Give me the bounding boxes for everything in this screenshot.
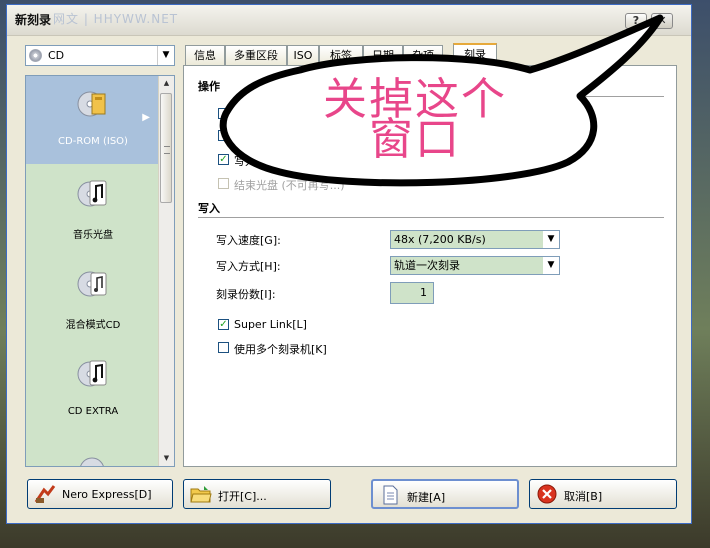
write-checkbox-label: 写入 [234, 155, 256, 168]
title-bar[interactable]: 新刻录 网文 | HHYWW.NET ? ✕ [7, 5, 691, 36]
write-method-select[interactable]: 轨道一次刻录 ▼ [390, 256, 560, 275]
write-checkbox[interactable]: ✓ [218, 154, 229, 165]
scroll-up-icon[interactable]: ▲ [159, 76, 174, 91]
new-label: 新建[A] [407, 491, 446, 504]
write-method-value: 轨道一次刻录 [394, 259, 460, 272]
operation-section-title: 操作 [198, 80, 220, 93]
finalize-disc-checkbox [218, 178, 229, 189]
list-item-cd-extra[interactable]: CD EXTRA [26, 346, 160, 434]
list-item-label: 音乐光盘 [73, 230, 113, 241]
media-type-value: CD [48, 49, 65, 62]
write-method-label: 写入方式[H]: [216, 260, 281, 273]
chevron-down-icon[interactable]: ▼ [543, 257, 559, 274]
media-type-select[interactable]: CD ▼ [25, 45, 175, 66]
scroll-thumb[interactable] [160, 93, 172, 203]
write-speed-select[interactable]: 48x (7,200 KB/s) ▼ [390, 230, 560, 249]
nero-express-icon [34, 485, 56, 503]
new-button[interactable]: 新建[A] [371, 479, 519, 509]
annotation-line-2: 窗口 [369, 114, 461, 165]
operation-checkbox-2[interactable] [218, 130, 229, 141]
grip-icon [164, 146, 170, 154]
list-item-cd-rom-iso[interactable]: ▶ CD-ROM (ISO) [26, 76, 160, 164]
list-item-label: 混合模式CD [65, 320, 121, 331]
close-button[interactable]: ✕ [651, 13, 673, 29]
open-label: 打开[C]... [218, 490, 267, 503]
list-scrollbar[interactable]: ▲ ▼ [158, 76, 174, 466]
cancel-label: 取消[B] [564, 490, 603, 503]
superlink-label: Super Link[L] [234, 318, 307, 331]
tab-date[interactable]: 日期 [363, 45, 403, 65]
list-item-mixed-mode-cd[interactable]: 混合模式CD [26, 256, 160, 344]
cancel-icon [537, 484, 557, 504]
open-button[interactable]: 打开[C]... [183, 479, 331, 509]
finalize-disc-label: 结束光盘 (不可再写...) [234, 179, 345, 192]
cancel-button[interactable]: 取消[B] [529, 479, 677, 509]
cd-icon [29, 49, 42, 62]
check-mark-icon: ✓ [219, 319, 228, 330]
multi-recorder-checkbox[interactable] [218, 342, 229, 353]
write-speed-value: 48x (7,200 KB/s) [394, 233, 486, 246]
superlink-checkbox[interactable]: ✓ [218, 319, 229, 330]
copies-input[interactable]: 1 [390, 282, 434, 304]
new-document-icon [383, 485, 398, 505]
tab-misc[interactable]: 杂项 [403, 45, 443, 65]
music-note-icon [77, 180, 107, 207]
check-mark-icon: ✓ [219, 154, 228, 165]
tab-iso[interactable]: ISO [287, 45, 319, 65]
nero-express-label: Nero Express[D] [62, 488, 152, 501]
list-item-music-cd[interactable]: 音乐光盘 [26, 166, 160, 254]
mixed-mode-cd-icon [77, 271, 107, 297]
compilation-type-list: ▶ CD-ROM (ISO) 音乐光盘 混合模式CD CD EXTRA ▲ ▼ [25, 75, 175, 467]
folder-open-icon [190, 486, 212, 503]
multi-recorder-label: 使用多个刻录机[K] [234, 343, 327, 356]
write-speed-label: 写入速度[G]: [216, 234, 281, 247]
list-item-partial[interactable] [26, 436, 160, 466]
dvd-icon [80, 457, 104, 466]
cd-extra-icon [77, 360, 107, 387]
copies-label: 刻录份数[I]: [216, 288, 276, 301]
tab-multisession[interactable]: 多重区段 [225, 45, 287, 65]
list-item-label: CD-ROM (ISO) [58, 136, 128, 147]
window-title: 新刻录 [15, 13, 52, 27]
nero-express-button[interactable]: Nero Express[D] [27, 479, 173, 509]
watermark-text: 网文 | HHYWW.NET [53, 12, 179, 26]
list-item-label: CD EXTRA [67, 406, 119, 417]
scroll-down-icon[interactable]: ▼ [159, 451, 174, 466]
help-button[interactable]: ? [625, 13, 647, 29]
chevron-down-icon[interactable]: ▼ [543, 231, 559, 248]
tab-label[interactable]: 标签 [319, 45, 363, 65]
section-divider [198, 217, 664, 218]
tab-burn[interactable]: 刻录 [453, 43, 497, 66]
tab-info[interactable]: 信息 [185, 45, 225, 65]
cd-rom-iso-icon [77, 91, 106, 117]
write-section-title: 写入 [198, 202, 220, 215]
operation-checkbox-1[interactable] [218, 108, 229, 119]
chevron-down-icon[interactable]: ▼ [157, 46, 174, 65]
selected-arrow-icon: ▶ [142, 112, 150, 123]
